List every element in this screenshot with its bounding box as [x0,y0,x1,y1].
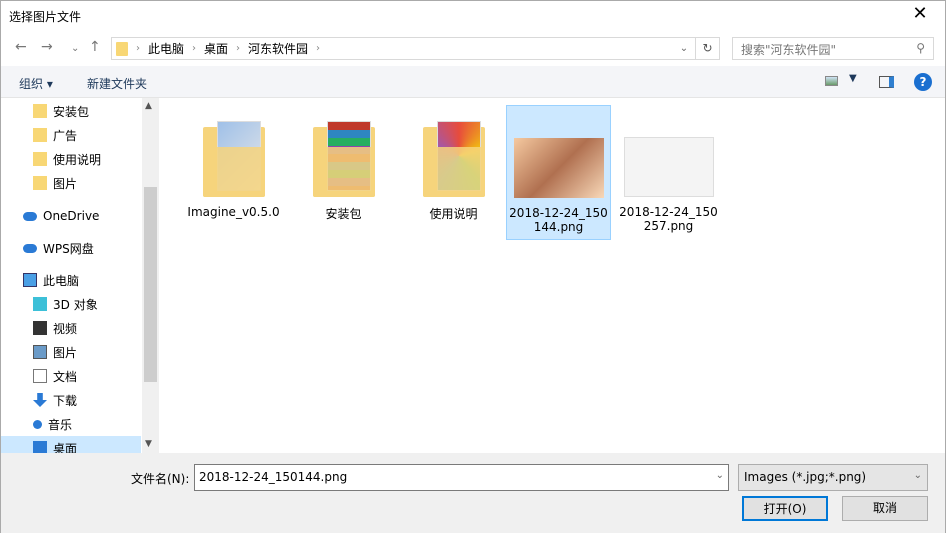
file-name: 使用说明 [429,207,478,221]
chevron-down-icon[interactable]: ⌄ [716,470,724,485]
folder-icon [199,117,269,197]
sidebar-item-label: 桌面 [53,441,78,454]
navigation-pane: 安装包 广告 使用说明 图片 OneDrive WPS网盘 此电脑 3D 对象 视频 图片 文档 下载… [1,98,159,453]
file-name: 安装包 [325,207,362,221]
cancel-button[interactable]: 取消 [842,496,928,521]
sidebar-item-label: 使用说明 [53,152,102,167]
file-item[interactable]: Imagine_v0.5.0 [181,105,286,240]
open-button[interactable]: 打开(O) [742,496,828,521]
image-thumbnail [513,138,604,198]
sidebar-item[interactable]: 3D 对象 [1,292,141,316]
sidebar-item-label: 此电脑 [43,273,80,288]
refresh-icon[interactable]: ↻ [695,38,719,59]
image-thumbnail [623,137,714,197]
help-icon[interactable]: ? [914,73,932,91]
sidebar-item[interactable]: 广告 [1,123,141,147]
caret-down-icon[interactable]: ▼ [849,73,857,84]
new-folder-button[interactable]: 新建文件夹 [87,75,147,92]
file-name: Imagine_v0.5.0 [187,205,280,219]
desktop-icon [33,441,47,453]
sidebar-item-label: 广告 [53,128,78,143]
file-item[interactable]: 安装包 [291,105,396,240]
file-type-select[interactable]: Images (*.jpg;*.png) ⌄ [738,464,928,491]
file-item[interactable]: 2018-12-24_150144.png [506,105,611,240]
back-icon[interactable]: ← [15,39,27,55]
folder-icon [309,117,379,197]
scroll-up-icon[interactable]: ▲ [145,101,152,111]
computer-icon [23,273,37,287]
folder-icon [33,104,47,118]
sidebar-item-label: WPS网盘 [43,241,94,256]
cube-icon [33,297,47,311]
sidebar-item[interactable]: WPS网盘 [1,236,141,260]
search-icon: ⚲ [916,41,925,55]
sidebar-item[interactable]: 文档 [1,364,141,388]
scroll-down-icon[interactable]: ▼ [145,439,152,449]
breadcrumb-item[interactable]: 桌面 [204,40,228,57]
sidebar-item[interactable]: 使用说明 [1,147,141,171]
folder-icon [33,152,47,166]
sidebar-item[interactable]: 音乐 [1,412,141,436]
cloud-icon [23,243,37,253]
preview-pane-icon[interactable] [879,76,894,88]
folder-icon [33,176,47,190]
sidebar-item[interactable]: 图片 [1,340,141,364]
sidebar-item-label: 视频 [53,321,78,336]
sidebar-item-label: 音乐 [48,417,73,432]
sidebar-item-label: 3D 对象 [53,297,98,312]
filename-label: 文件名(N): [131,472,190,486]
document-icon [33,369,47,383]
forward-icon[interactable]: → [41,39,53,55]
window-title: 选择图片文件 [9,10,82,24]
folder-icon [419,117,489,197]
sidebar-item-label: 图片 [53,345,78,360]
file-name: 2018-12-24_150257.png [619,205,718,233]
folder-icon [116,41,128,56]
sidebar-item-label: 安装包 [53,104,90,119]
chevron-down-icon: ⌄ [913,470,922,481]
view-icon[interactable] [825,76,838,86]
music-icon [33,419,42,429]
search-input[interactable]: 搜索"河东软件园" ⚲ [732,37,934,60]
recent-dropdown-icon[interactable]: ⌄ [71,43,79,54]
sidebar-item-label: 文档 [53,369,78,384]
download-icon [33,393,47,407]
file-name: 2018-12-24_150144.png [509,206,608,234]
video-icon [33,321,47,335]
file-item[interactable]: 2018-12-24_150257.png [616,105,721,240]
sidebar-item[interactable]: OneDrive [1,204,141,228]
breadcrumb-item[interactable]: 此电脑 [148,40,184,57]
scrollbar-thumb[interactable] [144,187,157,382]
chevron-down-icon[interactable]: ⌄ [673,43,695,54]
breadcrumb-item[interactable]: 河东软件园 [248,40,308,57]
organize-button[interactable]: 组织 ▾ [19,75,53,92]
sidebar-item[interactable]: 下载 [1,388,141,412]
close-button[interactable]: ✕ [905,3,935,24]
picture-icon [33,345,47,359]
folder-icon [33,128,47,142]
sidebar-item-label: OneDrive [43,209,100,223]
filename-input[interactable]: 2018-12-24_150144.png ⌄ [194,464,729,491]
address-bar[interactable]: › 此电脑 › 桌面 › 河东软件园 › ⌄ ↻ [111,37,720,60]
sidebar-item-label: 图片 [53,176,78,191]
sidebar-item[interactable]: 安装包 [1,99,141,123]
up-icon[interactable]: ↑ [89,39,101,55]
file-item[interactable]: 使用说明 [401,105,506,240]
sidebar-item-label: 下载 [53,393,78,408]
cloud-icon [23,211,37,221]
sidebar-item[interactable]: 桌面 [1,436,141,453]
sidebar-item[interactable]: 此电脑 [1,268,141,292]
sidebar-item[interactable]: 图片 [1,171,141,195]
sidebar-item[interactable]: 视频 [1,316,141,340]
